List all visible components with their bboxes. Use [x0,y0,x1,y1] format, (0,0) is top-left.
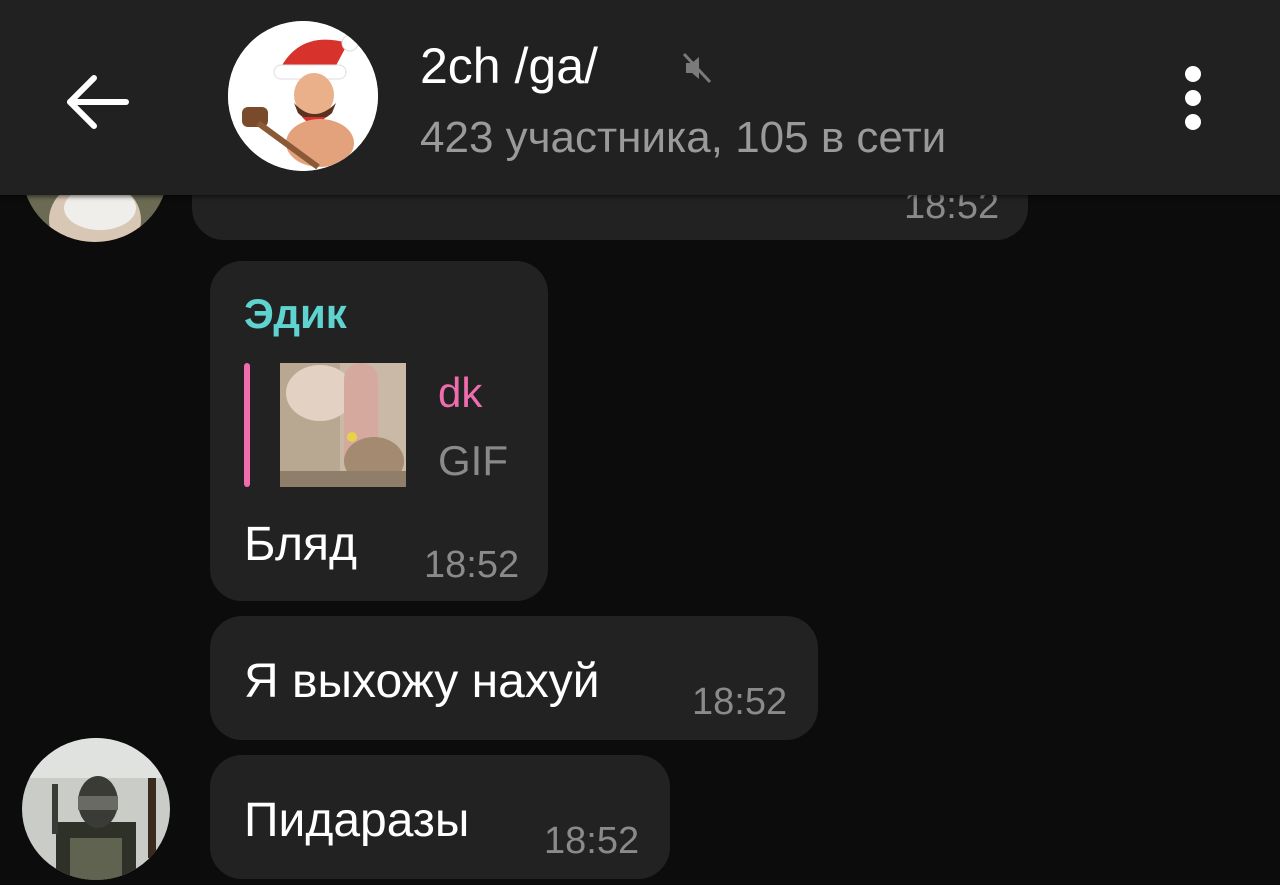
message-text: Бляд [244,518,357,571]
chat-title[interactable]: 2ch /ga/ [420,36,598,96]
message-text: Пидаразы [244,794,470,847]
message-bubble[interactable]: Пидаразы 18:52 [210,755,670,879]
sender-avatar[interactable] [22,738,170,880]
muted-speaker-icon [680,50,716,86]
reply-author: dk [438,369,483,416]
reply-media-type: GIF [438,437,508,484]
message-bubble[interactable]: Я выхожу нахуй 18:52 [210,616,818,740]
reply-preview[interactable]: dk GIF [244,361,534,491]
chat-avatar[interactable] [228,21,378,171]
menu-dot [1185,66,1201,82]
menu-dot [1185,90,1201,106]
sender-name[interactable]: Эдик [244,289,347,339]
message-bubble[interactable]: Эдик dk GIF Бляд 18:52 [210,261,548,601]
reply-accent-bar [244,363,250,487]
message-time: 18:52 [424,544,520,586]
message-time: 18:52 [544,820,640,862]
more-options-button[interactable] [1168,60,1220,136]
arrow-left-icon [67,75,129,129]
message-text: Я выхожу нахуй [244,655,600,708]
reply-gif-thumbnail [280,363,406,487]
message-time: 18:52 [692,681,788,723]
back-button[interactable] [58,62,138,142]
menu-dot [1185,114,1201,130]
chat-members-status: 423 участника, 105 в сети [420,113,947,162]
chat-header: 2ch /ga/ 423 участника, 105 в сети [0,0,1280,195]
